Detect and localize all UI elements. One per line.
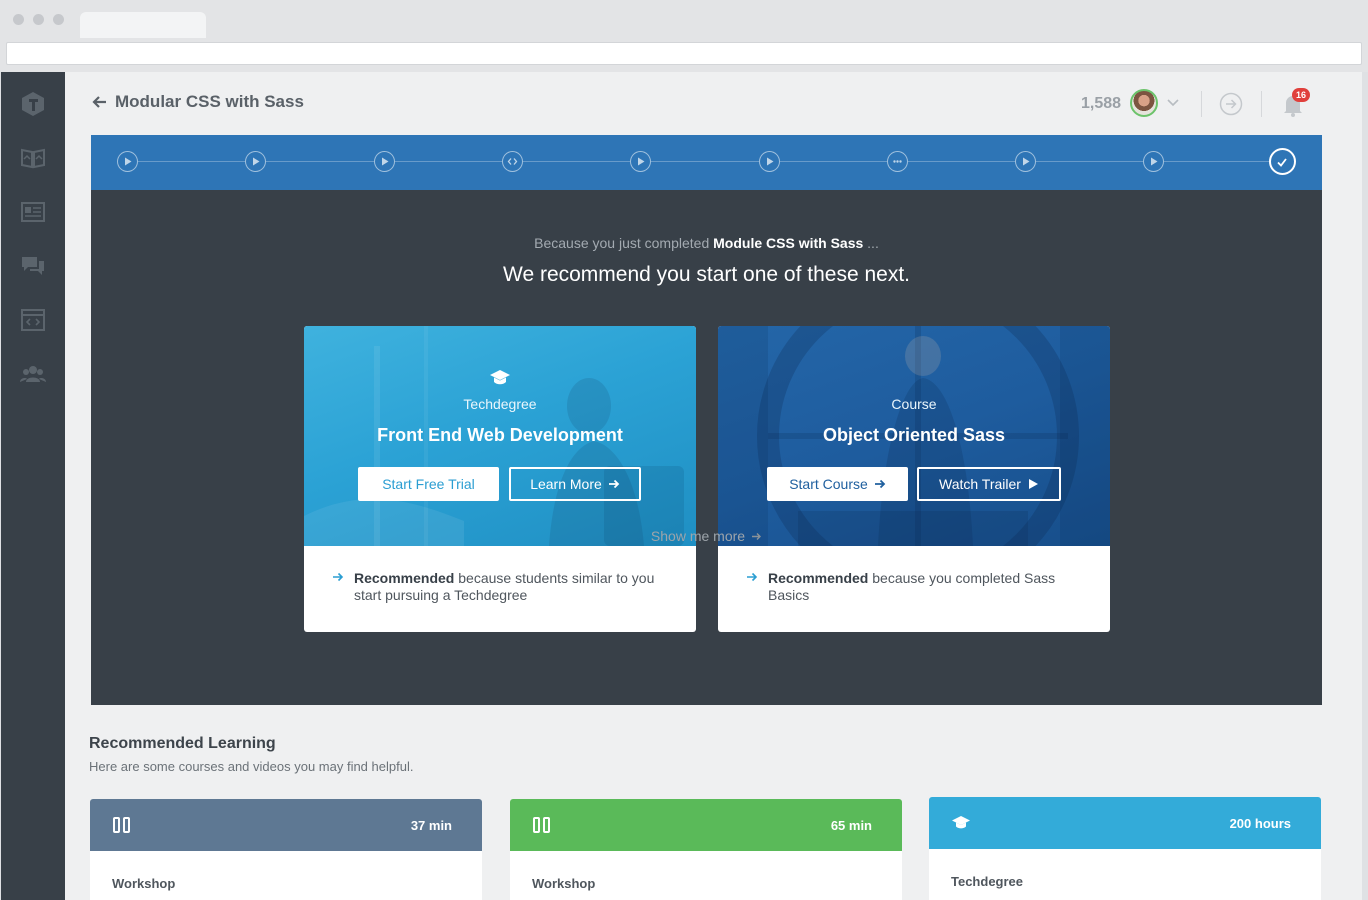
code-icon bbox=[507, 158, 518, 165]
because-prefix: Because you just completed bbox=[534, 235, 710, 251]
button-label: Start Course bbox=[789, 476, 868, 492]
learning-card-header: 65 min bbox=[510, 799, 902, 851]
workspaces-icon[interactable] bbox=[19, 306, 47, 334]
play-icon bbox=[253, 157, 260, 166]
show-more-link[interactable]: Show me more bbox=[91, 528, 1322, 544]
arrow-left-icon bbox=[92, 96, 106, 108]
graduation-cap-icon bbox=[490, 370, 510, 385]
arrow-right-icon bbox=[608, 479, 620, 489]
recommendation-panel: Because you just completed Module CSS wi… bbox=[91, 190, 1322, 705]
arrow-right-icon bbox=[874, 479, 886, 489]
button-label: Watch Trailer bbox=[939, 476, 1021, 492]
card-reason: Recommended because you completed Sass B… bbox=[718, 546, 1110, 632]
chevron-down-icon[interactable] bbox=[1167, 98, 1179, 108]
learning-card-header: 200 hours bbox=[929, 797, 1321, 849]
show-more-label: Show me more bbox=[650, 528, 746, 544]
learning-card[interactable]: 65 min Workshop bbox=[510, 799, 902, 900]
reason-bold: Recommended bbox=[354, 570, 455, 586]
divider bbox=[1261, 91, 1262, 117]
learning-duration: 200 hours bbox=[1229, 815, 1291, 831]
workshop-icon bbox=[113, 817, 130, 833]
arrow-right-icon bbox=[752, 532, 762, 540]
learning-type: Workshop bbox=[112, 876, 176, 891]
course-progress-bar bbox=[91, 135, 1322, 190]
play-icon bbox=[125, 157, 132, 166]
app-window: Modular CSS with Sass 1,588 16 Because y… bbox=[1, 72, 1362, 900]
sidebar bbox=[1, 72, 65, 900]
play-icon bbox=[381, 157, 389, 166]
play-icon bbox=[638, 157, 645, 166]
progress-step-video[interactable] bbox=[758, 151, 780, 172]
window-close-dot[interactable] bbox=[13, 14, 24, 25]
learning-duration: 37 min bbox=[410, 817, 452, 833]
because-suffix: ... bbox=[867, 235, 879, 251]
arrow-right-icon bbox=[747, 572, 758, 582]
recommended-learning-title: Recommended Learning bbox=[89, 735, 276, 752]
progress-step-video[interactable] bbox=[117, 151, 138, 172]
card-title: Object Oriented Sass bbox=[822, 425, 1006, 445]
progress-step-complete[interactable] bbox=[1268, 148, 1296, 175]
learning-type: Techdegree bbox=[951, 874, 1024, 889]
community-icon[interactable] bbox=[19, 252, 47, 280]
browser-tab[interactable] bbox=[80, 12, 206, 38]
recommend-card-course: Course Object Oriented Sass Start Course… bbox=[718, 326, 1110, 632]
recommended-learning-subtitle: Here are some courses and videos you may… bbox=[89, 759, 414, 774]
card-kicker: Techdegree bbox=[463, 396, 537, 412]
card-title: Front End Web Development bbox=[377, 425, 623, 445]
points-count: 1,588 bbox=[1081, 95, 1122, 112]
back-breadcrumb[interactable]: Modular CSS with Sass bbox=[91, 92, 304, 112]
card-hero-image: Techdegree Front End Web Development Sta… bbox=[304, 326, 696, 546]
arrow-right-icon bbox=[333, 572, 344, 582]
start-course-button[interactable]: Start Course bbox=[767, 467, 908, 501]
progress-step-quiz[interactable] bbox=[886, 151, 908, 172]
button-label: Start Free Trial bbox=[382, 476, 475, 492]
progress-step-video[interactable] bbox=[1015, 151, 1037, 172]
because-line: Because you just completed Module CSS wi… bbox=[91, 235, 1322, 251]
library-icon[interactable] bbox=[19, 144, 47, 172]
checkmark-icon bbox=[1277, 157, 1287, 167]
tracks-icon[interactable] bbox=[19, 198, 47, 226]
button-label: Learn More bbox=[530, 476, 602, 492]
progress-step-video[interactable] bbox=[373, 151, 395, 172]
learning-card-header: 37 min bbox=[90, 799, 482, 851]
quiz-icon bbox=[893, 160, 902, 163]
play-icon bbox=[1023, 157, 1030, 166]
learning-type: Workshop bbox=[532, 876, 596, 891]
avatar[interactable] bbox=[1130, 89, 1158, 117]
progress-step-video[interactable] bbox=[1143, 151, 1165, 172]
play-icon bbox=[1028, 479, 1038, 489]
graduation-cap-icon bbox=[952, 816, 970, 829]
treehouse-logo-icon[interactable] bbox=[19, 90, 47, 118]
team-icon[interactable] bbox=[19, 360, 47, 388]
progress-step-video[interactable] bbox=[630, 151, 652, 172]
window-zoom-dot[interactable] bbox=[53, 14, 64, 25]
progress-step-code[interactable] bbox=[501, 151, 523, 172]
card-kicker: Course bbox=[891, 396, 937, 412]
watch-trailer-button[interactable]: Watch Trailer bbox=[917, 467, 1061, 501]
address-bar[interactable] bbox=[6, 42, 1362, 65]
arrow-right-circle-icon[interactable] bbox=[1219, 92, 1243, 116]
learn-more-button[interactable]: Learn More bbox=[509, 467, 641, 501]
play-icon bbox=[766, 157, 773, 166]
learning-duration: 65 min bbox=[830, 817, 872, 833]
progress-track bbox=[127, 161, 1286, 162]
browser-chrome bbox=[0, 0, 1368, 72]
card-reason: Recommended because students similar to … bbox=[304, 546, 696, 632]
learning-card[interactable]: 200 hours Techdegree bbox=[929, 797, 1321, 900]
progress-step-video[interactable] bbox=[245, 151, 267, 172]
window-minimize-dot[interactable] bbox=[33, 14, 44, 25]
start-free-trial-button[interactable]: Start Free Trial bbox=[358, 467, 499, 501]
course-title: Modular CSS with Sass bbox=[115, 92, 304, 111]
workshop-icon bbox=[533, 817, 550, 833]
because-course: Module CSS with Sass bbox=[713, 235, 864, 251]
recommend-card-techdegree: Techdegree Front End Web Development Sta… bbox=[304, 326, 696, 632]
divider bbox=[1201, 91, 1202, 117]
play-icon bbox=[1151, 157, 1158, 166]
card-hero-image: Course Object Oriented Sass Start Course… bbox=[718, 326, 1110, 546]
notification-badge: 16 bbox=[1292, 88, 1310, 102]
recommend-headline: We recommend you start one of these next… bbox=[503, 263, 910, 286]
learning-card[interactable]: 37 min Workshop bbox=[90, 799, 482, 900]
reason-bold: Recommended bbox=[768, 570, 869, 586]
